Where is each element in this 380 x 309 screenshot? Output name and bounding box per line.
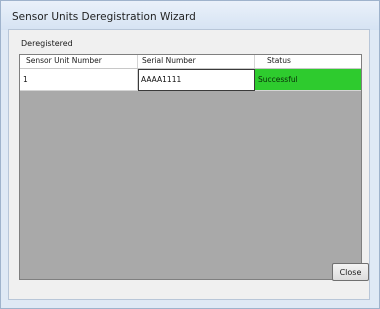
serial-number-cell[interactable]: AAAA1111 [138,69,255,91]
table-row[interactable]: 1 AAAA1111 Successful [20,69,361,91]
column-header-serial-number[interactable]: Serial Number [138,55,255,68]
grid-header: Sensor Unit Number Serial Number Status [20,55,361,69]
sensor-unit-number-cell[interactable]: 1 [20,69,138,91]
wizard-client-area: Deregistered Sensor Unit Number Serial N… [8,29,370,300]
status-cell[interactable]: Successful [255,69,361,91]
deregistered-group-label: Deregistered [21,39,73,48]
window-title: Sensor Units Deregistration Wizard [12,11,196,23]
column-header-status[interactable]: Status [255,55,361,68]
close-button[interactable]: Close [332,263,369,281]
deregistered-units-grid[interactable]: Sensor Unit Number Serial Number Status … [19,54,362,280]
column-header-sensor-unit-number[interactable]: Sensor Unit Number [20,55,138,68]
title-bar: Sensor Units Deregistration Wizard [1,1,379,30]
